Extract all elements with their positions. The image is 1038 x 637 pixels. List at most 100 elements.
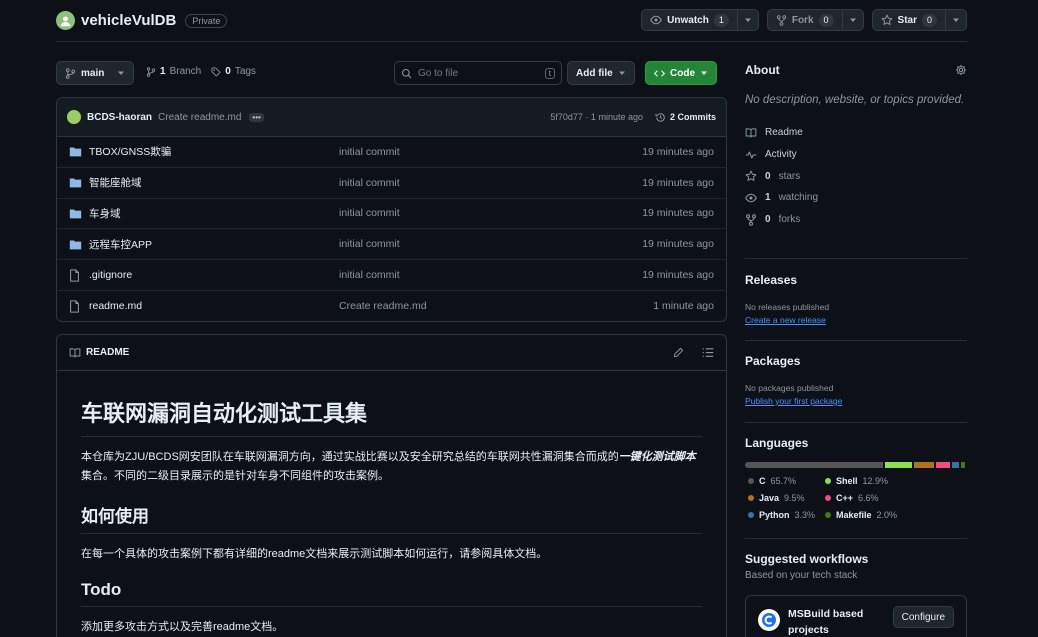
file-commit-message[interactable]: initial commit xyxy=(339,269,642,281)
commit-sha-time[interactable]: 5f70d77 · 1 minute ago xyxy=(550,112,643,122)
repo-header: vehicleVulDB Private Unwatch 1 Fork 0 St… xyxy=(56,8,967,42)
language-bar-segment xyxy=(745,462,883,468)
about-item-pulse[interactable]: Activity xyxy=(745,144,967,166)
file-name[interactable]: readme.md xyxy=(89,300,339,312)
file-commit-message[interactable]: initial commit xyxy=(339,177,642,189)
eye-icon xyxy=(650,15,662,25)
intro-text-start: 本仓库为ZJU/BCDS网安团队在车联网漏洞方向，通过实战比赛以及安全研究总结的… xyxy=(81,451,619,463)
language-name: C xyxy=(759,476,766,486)
star-count: 0 xyxy=(921,13,937,27)
branches-count: 1 xyxy=(160,66,166,77)
language-item[interactable]: Makefile 2.0% xyxy=(825,510,925,520)
workflows-heading: Suggested workflows xyxy=(745,552,869,566)
unwatch-button[interactable]: Unwatch 1 xyxy=(641,9,738,31)
todo-heading: Todo xyxy=(81,580,702,607)
file-table: BCDS-haoran Create readme.md ••• 5f70d77… xyxy=(56,97,727,322)
language-bar-segment xyxy=(960,462,966,468)
folder-icon xyxy=(69,239,83,250)
about-item-label: Activity xyxy=(765,149,797,161)
packages-heading[interactable]: Packages xyxy=(745,354,967,368)
pencil-icon[interactable] xyxy=(673,347,684,358)
language-dot xyxy=(748,495,754,501)
publish-package-link[interactable]: Publish your first package xyxy=(745,396,967,406)
go-to-file-input[interactable] xyxy=(418,67,528,79)
language-item[interactable]: Python 3.3% xyxy=(748,510,825,520)
fork-icon xyxy=(745,213,757,226)
commits-link[interactable]: 2 Commits xyxy=(655,112,716,123)
file-list: TBOX/GNSS欺骗 initial commit 19 minutes ago 智… xyxy=(57,137,726,321)
repo-name[interactable]: vehicleVulDB xyxy=(81,12,176,29)
branch-selector[interactable]: main xyxy=(56,61,134,85)
commit-author-avatar[interactable] xyxy=(67,110,81,124)
file-row[interactable]: 远程车控APP initial commit 19 minutes ago xyxy=(57,229,726,261)
branches-label: Branch xyxy=(169,66,202,77)
language-item[interactable]: C++ 6.6% xyxy=(825,493,925,503)
about-item-eye[interactable]: 1 watching xyxy=(745,187,967,209)
list-icon[interactable] xyxy=(702,347,714,358)
about-item-book[interactable]: Readme xyxy=(745,122,967,144)
languages-section: Languages C 65.7% Shell 12.9% Java 9.5% C++ 6.6… xyxy=(745,422,967,538)
workflows-section: Suggested workflows Based on your tech s… xyxy=(745,538,967,637)
file-commit-message[interactable]: Create readme.md xyxy=(339,300,653,312)
file-commit-message[interactable]: initial commit xyxy=(339,146,642,158)
commit-details-toggle[interactable]: ••• xyxy=(249,112,264,122)
owner-avatar[interactable] xyxy=(56,11,75,30)
branches-link[interactable]: 1 Branch xyxy=(146,66,201,77)
star-dropdown[interactable] xyxy=(946,9,967,31)
readme-tools xyxy=(673,347,714,358)
language-item[interactable]: Shell 12.9% xyxy=(825,476,925,486)
language-item[interactable]: C 65.7% xyxy=(748,476,825,486)
add-file-button[interactable]: Add file xyxy=(567,61,635,85)
commit-message[interactable]: Create readme.md xyxy=(158,112,241,123)
file-toolbar: main 1 Branch 0 Tags t Add file Code xyxy=(56,61,727,85)
workflow-card: MSBuild based projects Configure xyxy=(745,595,967,637)
go-to-file-search[interactable]: t xyxy=(394,61,562,85)
file-name[interactable]: 远程车控APP xyxy=(89,237,339,252)
tags-link[interactable]: 0 Tags xyxy=(211,66,256,77)
file-row[interactable]: 智能座舱域 initial commit 19 minutes ago xyxy=(57,168,726,199)
code-button[interactable]: Code xyxy=(645,61,717,85)
fork-button[interactable]: Fork 0 xyxy=(766,9,843,31)
about-item-star[interactable]: 0 stars xyxy=(745,165,967,187)
file-row[interactable]: TBOX/GNSS欺骗 initial commit 19 minutes ago xyxy=(57,137,726,168)
language-dot xyxy=(748,478,754,484)
code-label: Code xyxy=(670,67,695,79)
releases-heading[interactable]: Releases xyxy=(745,273,967,287)
star-button[interactable]: Star 0 xyxy=(871,9,946,31)
fork-dropdown[interactable] xyxy=(842,9,864,31)
branch-name: main xyxy=(81,67,105,79)
commit-meta: 5f70d77 · 1 minute ago 2 Commits xyxy=(550,112,716,123)
gear-icon[interactable] xyxy=(955,64,967,76)
file-row[interactable]: 车身域 initial commit 19 minutes ago xyxy=(57,199,726,230)
repo-title: vehicleVulDB Private xyxy=(56,11,228,30)
file-name[interactable]: TBOX/GNSS欺骗 xyxy=(89,144,339,159)
add-file-label: Add file xyxy=(576,67,613,79)
file-name[interactable]: 车身域 xyxy=(89,206,339,221)
configure-button[interactable]: Configure xyxy=(892,606,954,628)
book-icon xyxy=(69,347,81,358)
about-section: About No description, website, or topics… xyxy=(745,63,967,258)
commit-author[interactable]: BCDS-haoran xyxy=(87,112,152,123)
language-name: C++ xyxy=(836,493,854,503)
file-name[interactable]: 智能座舱域 xyxy=(89,175,339,190)
language-item[interactable]: Java 9.5% xyxy=(748,493,825,503)
file-time: 1 minute ago xyxy=(653,300,714,313)
language-name: Python xyxy=(759,510,790,520)
fork-icon xyxy=(776,14,786,26)
file-commit-message[interactable]: initial commit xyxy=(339,238,642,250)
about-item-fork[interactable]: 0 forks xyxy=(745,209,967,231)
about-description: No description, website, or topics provi… xyxy=(745,94,965,106)
usage-text: 在每一个具体的攻击案例下都有详细的readme文档来展示测试脚本如何运行，请参阅… xyxy=(81,548,548,560)
about-item-label: watching xyxy=(778,192,819,204)
create-release-link[interactable]: Create a new release xyxy=(745,315,967,325)
unwatch-dropdown[interactable] xyxy=(737,9,759,31)
triangle-down-icon xyxy=(701,71,707,75)
file-time: 19 minutes ago xyxy=(642,207,714,220)
readme-tab[interactable]: README xyxy=(69,347,129,359)
file-row[interactable]: .gitignore initial commit 19 minutes ago xyxy=(57,260,726,291)
latest-commit-bar: BCDS-haoran Create readme.md ••• 5f70d77… xyxy=(57,98,726,137)
file-name[interactable]: .gitignore xyxy=(89,269,339,281)
file-row[interactable]: readme.md Create readme.md 1 minute ago xyxy=(57,291,726,321)
about-item-count: 1 xyxy=(765,192,771,204)
file-commit-message[interactable]: initial commit xyxy=(339,207,642,219)
